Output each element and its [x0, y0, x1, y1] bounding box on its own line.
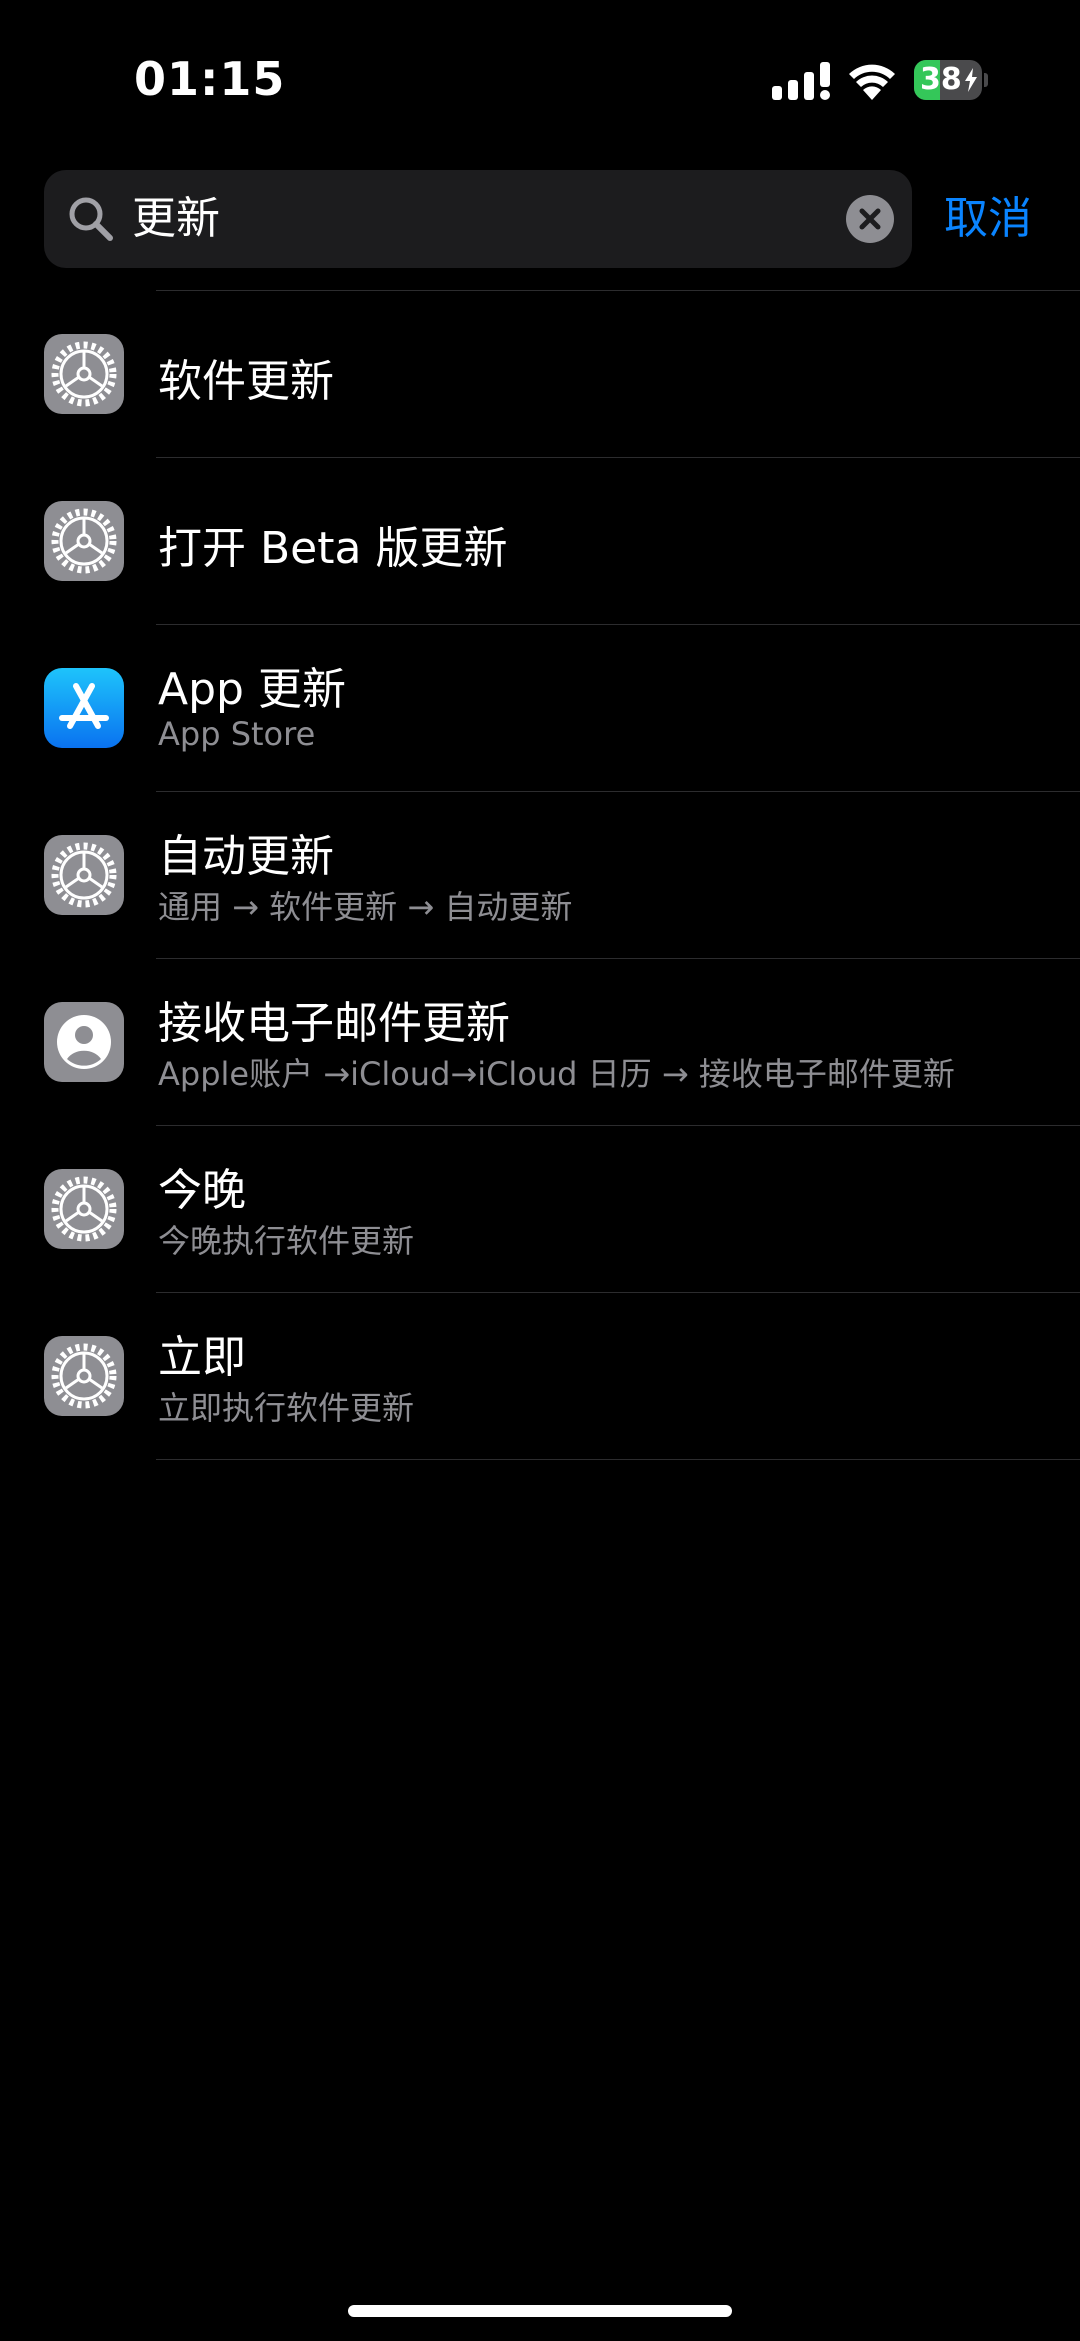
search-result-row[interactable]: App 更新 App Store [0, 625, 1080, 792]
app-store-icon [44, 668, 124, 748]
result-title: 立即 [158, 1332, 246, 1383]
result-title: 软件更新 [158, 356, 334, 407]
settings-gear-icon [44, 835, 124, 915]
clear-search-button[interactable] [846, 195, 894, 243]
search-result-row[interactable]: 接收电子邮件更新 Apple账户 →iCloud→iCloud 日历 → 接收电子… [0, 959, 1080, 1126]
charging-bolt-icon [965, 68, 977, 92]
cancel-button[interactable]: 取消 [944, 170, 1032, 268]
search-result-row[interactable]: 自动更新通用 → 软件更新 → 自动更新 [0, 792, 1080, 959]
status-bar: 01:15 38 [0, 0, 1080, 160]
result-title: App 更新 [158, 664, 346, 715]
cellular-signal-icon [772, 62, 830, 100]
result-subtitle: 立即执行软件更新 [158, 1389, 415, 1427]
result-subtitle: 今晚执行软件更新 [158, 1222, 415, 1260]
settings-gear-icon [44, 1336, 124, 1416]
result-title: 接收电子邮件更新 [158, 998, 510, 1049]
search-icon [69, 197, 113, 241]
settings-gear-icon [44, 501, 124, 581]
clear-icon [859, 208, 881, 230]
search-result-row[interactable]: 打开 Beta 版更新 [0, 458, 1080, 625]
wifi-icon [849, 64, 895, 100]
search-field[interactable]: 更新 [44, 170, 912, 268]
battery-indicator: 38 [914, 60, 988, 100]
apple-account-icon [44, 1002, 124, 1082]
search-results-list: 软件更新 打开 Beta 版更新 App 更新 App Store 自动更新 通用 → 软… [0, 291, 1080, 1460]
result-title: 自动更新 [158, 831, 334, 882]
settings-gear-icon [44, 334, 124, 414]
home-indicator[interactable] [348, 2305, 732, 2317]
result-title: 打开 Beta 版更新 [158, 523, 508, 574]
row-divider [156, 1459, 1080, 1460]
search-result-row[interactable]: 软件更新 [0, 291, 1080, 458]
status-time: 01:15 [134, 52, 286, 106]
result-subtitle: 通用 → 软件更新 → 自动更新 [158, 888, 573, 926]
result-title: 今晚 [158, 1165, 246, 1216]
settings-gear-icon [44, 1169, 124, 1249]
battery-percentage: 38 [920, 62, 962, 97]
search-result-row[interactable]: 今晚今晚执行软件更新 [0, 1126, 1080, 1293]
search-input[interactable]: 更新 [132, 170, 220, 268]
result-subtitle: Apple账户 →iCloud→iCloud 日历 → 接收电子邮件更新 [158, 1055, 955, 1093]
search-result-row[interactable]: 立即立即执行软件更新 [0, 1293, 1080, 1460]
result-subtitle: App Store [158, 715, 316, 753]
